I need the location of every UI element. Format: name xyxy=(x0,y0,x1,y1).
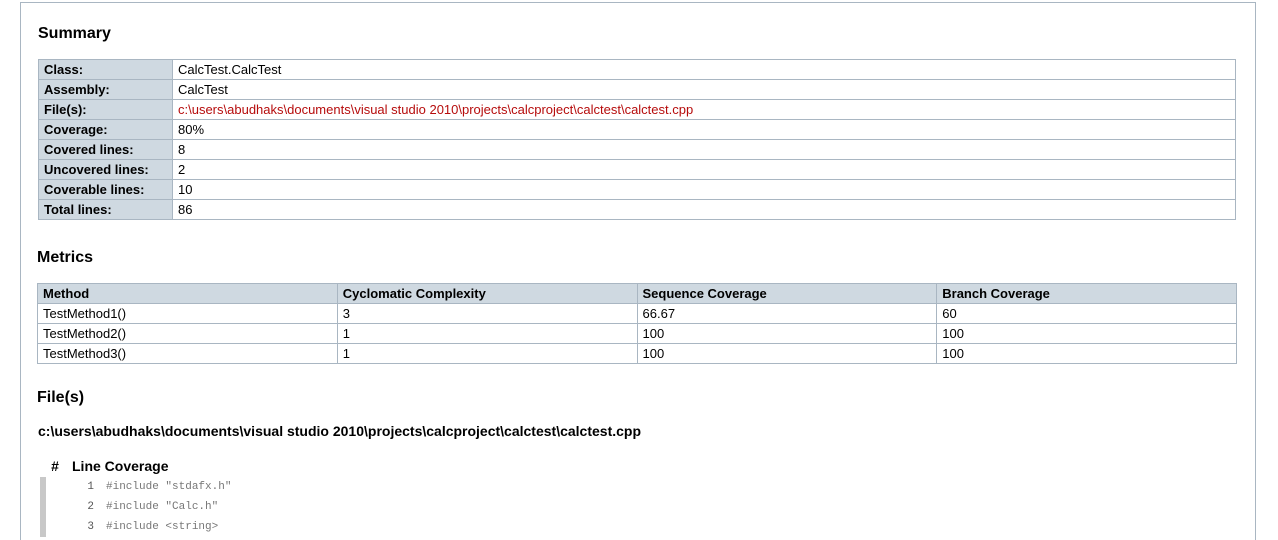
summary-row-total: Total lines: 86 xyxy=(38,199,1236,220)
summary-row-assembly: Assembly: CalcTest xyxy=(38,79,1236,100)
summary-value: 10 xyxy=(172,179,1236,200)
summary-row-covered: Covered lines: 8 xyxy=(38,139,1236,160)
coverage-marker xyxy=(40,517,46,537)
summary-label: Coverage: xyxy=(38,119,173,140)
summary-row-class: Class: CalcTest.CalcTest xyxy=(38,59,1236,80)
metrics-heading: Metrics xyxy=(37,249,94,266)
summary-label: Total lines: xyxy=(38,199,173,220)
files-heading: File(s) xyxy=(37,389,85,406)
summary-table: Class: CalcTest.CalcTest Assembly: CalcT… xyxy=(38,59,1236,220)
line-number-header: # xyxy=(51,458,59,474)
table-row: TestMethod2() 1 100 100 xyxy=(37,323,1237,344)
summary-row-files: File(s): c:\users\abudhaks\documents\vis… xyxy=(38,99,1236,120)
report-panel: Summary Class: CalcTest.CalcTest Assembl… xyxy=(20,2,1256,540)
metrics-header-row: Method Cyclomatic Complexity Sequence Co… xyxy=(37,283,1237,304)
summary-label: Assembly: xyxy=(38,79,173,100)
line-source: #include <string> xyxy=(106,521,219,533)
line-coverage-header: # Line Coverage xyxy=(38,458,168,474)
summary-value: CalcTest.CalcTest xyxy=(172,59,1236,80)
branch-cell: 60 xyxy=(936,303,1237,324)
summary-value: c:\users\abudhaks\documents\visual studi… xyxy=(172,99,1236,120)
line-number: 1 xyxy=(87,481,94,493)
summary-label: Uncovered lines: xyxy=(38,159,173,180)
summary-label: Covered lines: xyxy=(38,139,173,160)
code-line: 2 #include "Calc.h" xyxy=(38,497,1238,517)
branch-cell: 100 xyxy=(936,343,1237,364)
line-coverage-label: Line Coverage xyxy=(72,458,169,474)
code-listing: 1 #include "stdafx.h" 2 #include "Calc.h… xyxy=(38,477,1238,537)
summary-value: 8 xyxy=(172,139,1236,160)
line-source: #include "Calc.h" xyxy=(106,501,219,513)
col-branch[interactable]: Branch Coverage xyxy=(936,283,1237,304)
summary-value: 2 xyxy=(172,159,1236,180)
code-line: 3 #include <string> xyxy=(38,517,1238,537)
cyclomatic-cell: 1 xyxy=(336,323,638,344)
col-sequence[interactable]: Sequence Coverage xyxy=(636,283,938,304)
coverage-marker xyxy=(40,497,46,517)
col-method[interactable]: Method xyxy=(37,283,338,304)
method-cell: TestMethod1() xyxy=(37,303,338,324)
cyclomatic-cell: 1 xyxy=(336,343,638,364)
method-cell: TestMethod2() xyxy=(37,323,338,344)
table-row: TestMethod3() 1 100 100 xyxy=(37,343,1237,364)
table-row: TestMethod1() 3 66.67 60 xyxy=(37,303,1237,324)
summary-value: 86 xyxy=(172,199,1236,220)
file-link[interactable]: c:\users\abudhaks\documents\visual studi… xyxy=(178,102,693,117)
summary-value: CalcTest xyxy=(172,79,1236,100)
sequence-cell: 66.67 xyxy=(636,303,938,324)
col-cyclomatic[interactable]: Cyclomatic Complexity xyxy=(336,283,638,304)
code-line: 1 #include "stdafx.h" xyxy=(38,477,1238,497)
method-cell: TestMethod3() xyxy=(37,343,338,364)
cyclomatic-cell: 3 xyxy=(336,303,638,324)
line-source: #include "stdafx.h" xyxy=(106,481,232,493)
sequence-cell: 100 xyxy=(636,323,938,344)
summary-label: Coverable lines: xyxy=(38,179,173,200)
summary-label: Class: xyxy=(38,59,173,80)
summary-heading: Summary xyxy=(38,25,111,42)
line-number: 3 xyxy=(87,521,94,533)
summary-row-coverable: Coverable lines: 10 xyxy=(38,179,1236,200)
file-path-heading: c:\users\abudhaks\documents\visual studi… xyxy=(38,423,642,439)
line-number: 2 xyxy=(87,501,94,513)
summary-label: File(s): xyxy=(38,99,173,120)
branch-cell: 100 xyxy=(936,323,1237,344)
summary-value: 80% xyxy=(172,119,1236,140)
sequence-cell: 100 xyxy=(636,343,938,364)
summary-row-uncovered: Uncovered lines: 2 xyxy=(38,159,1236,180)
coverage-marker xyxy=(40,477,46,497)
summary-row-coverage: Coverage: 80% xyxy=(38,119,1236,140)
metrics-table: Method Cyclomatic Complexity Sequence Co… xyxy=(37,283,1237,364)
